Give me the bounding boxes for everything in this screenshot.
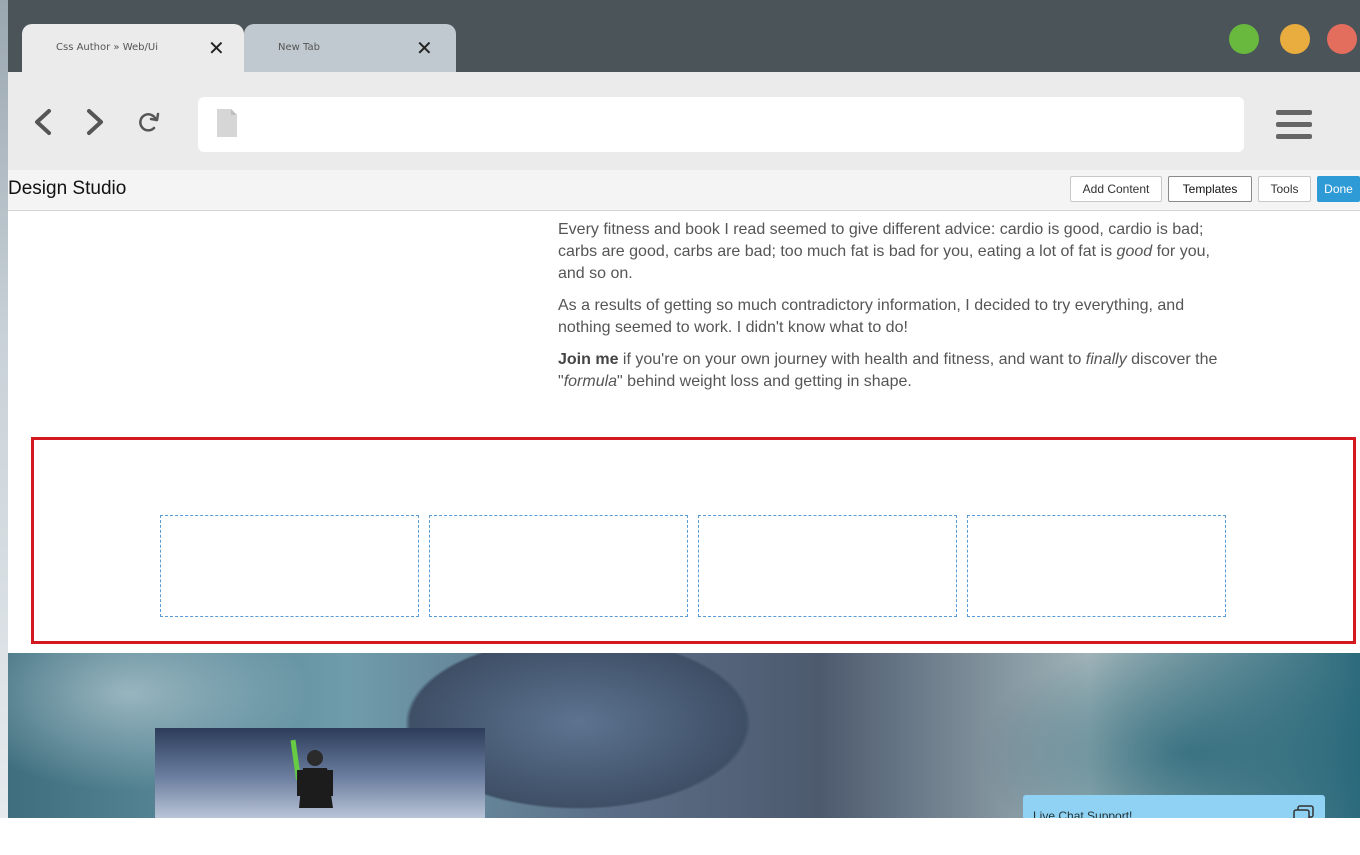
reload-button[interactable]: [134, 102, 164, 142]
hero-image: Live Chat Support!: [8, 653, 1360, 818]
person-figure-icon: [290, 739, 333, 808]
paragraph: As a results of getting so much contradi…: [558, 297, 1185, 336]
content-slot[interactable]: [429, 515, 688, 617]
thumbnail-image: [155, 728, 485, 818]
back-button[interactable]: [28, 102, 58, 142]
desktop-backdrop: [0, 0, 8, 855]
templates-button[interactable]: Templates: [1168, 176, 1252, 202]
maximize-button[interactable]: [1229, 24, 1259, 54]
reload-icon: [139, 112, 160, 132]
close-tab-icon[interactable]: ✕: [416, 36, 433, 60]
content-slot[interactable]: [967, 515, 1226, 617]
chat-label: Live Chat Support!: [1033, 809, 1133, 818]
address-bar[interactable]: [198, 97, 1244, 152]
article-text: Every fitness and book I read seemed to …: [558, 219, 1238, 403]
paragraph: Every fitness and book I read seemed to …: [558, 221, 1210, 282]
minimize-button[interactable]: [1280, 24, 1310, 54]
page-icon: [217, 109, 237, 137]
hamburger-menu-icon[interactable]: [1274, 108, 1314, 142]
tab-css-author[interactable]: Css Author » Web/Ui ✕: [22, 24, 244, 72]
paragraph: Join me if you're on your own journey wi…: [558, 351, 1218, 390]
tools-button[interactable]: Tools: [1258, 176, 1311, 202]
editor-toolbar: Design Studio Add Content Templates Tool…: [8, 170, 1360, 211]
done-button[interactable]: Done: [1317, 176, 1360, 202]
close-tab-icon[interactable]: ✕: [208, 36, 225, 60]
bottom-margin: [0, 818, 1360, 855]
chat-window-icon[interactable]: [1293, 805, 1315, 818]
chevron-right-icon: [87, 109, 103, 135]
add-content-button[interactable]: Add Content: [1070, 176, 1162, 202]
tab-bar: Css Author » Web/Ui ✕ New Tab ✕: [8, 0, 1360, 72]
live-chat-widget[interactable]: Live Chat Support!: [1023, 795, 1325, 818]
tab-new-tab[interactable]: New Tab ✕: [244, 24, 456, 72]
editor-title: Design Studio: [8, 178, 127, 199]
tab-label: Css Author » Web/Ui: [56, 42, 158, 53]
close-window-button[interactable]: [1327, 24, 1357, 54]
content-slot[interactable]: [698, 515, 957, 617]
tab-label: New Tab: [278, 42, 320, 53]
forward-button[interactable]: [80, 102, 110, 142]
chevron-left-icon: [35, 109, 51, 135]
browser-toolbar: [8, 72, 1360, 170]
content-slot[interactable]: [160, 515, 419, 617]
